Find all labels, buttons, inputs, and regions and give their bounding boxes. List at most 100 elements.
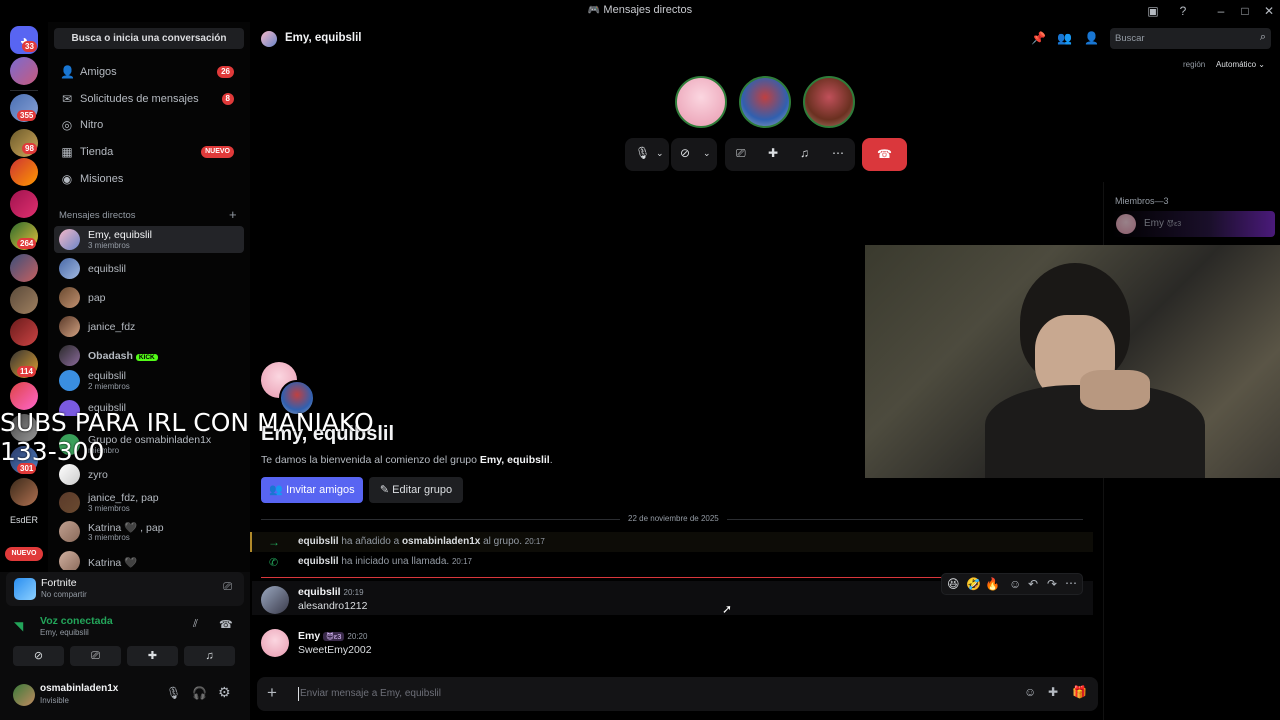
unread-badge: 33 xyxy=(22,41,37,52)
server-icon[interactable] xyxy=(10,254,38,282)
nav-quests[interactable]: ◉ Misiones xyxy=(54,166,244,192)
conversation-search-button[interactable]: Busca o inicia una conversación xyxy=(54,28,244,49)
server-icon[interactable] xyxy=(10,382,38,410)
soundboard-icon: ♫ xyxy=(205,650,214,662)
add-friends-icon[interactable]: 👥 xyxy=(1057,31,1072,45)
more-icon[interactable]: ⋯ xyxy=(832,146,844,160)
user-name[interactable]: osmabinladen1x xyxy=(40,683,118,694)
dm-item[interactable]: janice_fdz xyxy=(54,313,244,340)
dm-item[interactable]: Obadash KICK xyxy=(54,342,244,369)
nav-shop[interactable]: ▦ Tienda NUEVO xyxy=(54,139,244,165)
avatar xyxy=(59,464,80,485)
server-icon[interactable] xyxy=(10,318,38,346)
add-reaction-icon[interactable]: ☺ xyxy=(1009,577,1021,591)
activities-button[interactable]: ✚ xyxy=(127,646,178,666)
microphone-icon[interactable]: 🎙 xyxy=(166,686,181,700)
voice-status[interactable]: Voz conectada xyxy=(40,615,113,627)
dm-item[interactable]: Katrina 🖤 xyxy=(54,548,244,570)
server-icon[interactable] xyxy=(10,190,38,218)
dm-item[interactable]: pap xyxy=(54,284,244,311)
nav-label: Amigos xyxy=(80,66,117,78)
search-box[interactable]: Buscar ⌕ xyxy=(1110,28,1271,49)
call-participant-avatar[interactable] xyxy=(675,76,727,128)
reaction-emoji[interactable]: 🤣 xyxy=(966,577,981,591)
server-text-item[interactable]: EsdER xyxy=(4,515,44,525)
noise-suppression-icon[interactable]: ⫽ xyxy=(193,618,198,631)
pin-icon[interactable]: 📌 xyxy=(1031,31,1046,45)
nav-nitro[interactable]: ◎ Nitro xyxy=(54,112,244,138)
unread-badge: 98 xyxy=(22,143,37,154)
apps-icon[interactable]: ✚ xyxy=(1048,685,1058,699)
maximize-button[interactable]: □ xyxy=(1236,3,1254,19)
disconnect-icon[interactable]: ☎ xyxy=(219,618,233,631)
create-dm-icon[interactable]: + xyxy=(229,207,237,222)
server-icon[interactable] xyxy=(10,158,38,186)
nav-label: Misiones xyxy=(80,173,124,185)
voice-channel[interactable]: Emy, equibslil xyxy=(40,628,89,637)
dm-item[interactable]: equibslil xyxy=(54,255,244,282)
server-icon[interactable] xyxy=(10,286,38,314)
close-button[interactable]: ✕ xyxy=(1260,3,1278,19)
microphone-control[interactable]: 🎙 ⌄ xyxy=(625,138,669,171)
members-list-icon[interactable]: 👤 xyxy=(1084,31,1099,45)
dm-name: Katrina 🖤 xyxy=(88,557,138,569)
gift-icon[interactable]: 🎁 xyxy=(1072,685,1087,699)
nav-friends[interactable]: 👤 Amigos 26 xyxy=(54,59,244,85)
activities-icon[interactable]: ✚ xyxy=(768,146,778,160)
dm-item[interactable]: janice_fdz, pap 3 miembros xyxy=(54,489,244,516)
dm-subtitle: 3 miembros xyxy=(88,533,130,542)
channel-title[interactable]: Emy, equibslil xyxy=(285,32,361,44)
user-avatar[interactable] xyxy=(13,684,35,706)
screen-share-icon[interactable]: ⎚ xyxy=(223,581,232,594)
leave-call-button[interactable]: ☎ xyxy=(862,138,907,171)
dm-name: equibslil xyxy=(88,370,126,382)
more-icon[interactable]: ⋯ xyxy=(1065,576,1077,590)
message-author[interactable]: Emy 😈ε3 20:20 xyxy=(298,630,367,642)
inbox-icon[interactable]: ▣ xyxy=(1144,3,1162,19)
emoji-icon[interactable]: ☺ xyxy=(1024,685,1036,699)
region-select[interactable]: Automático ⌄ xyxy=(1216,60,1265,69)
nav-message-requests[interactable]: ✉ Solicitudes de mensajes 8 xyxy=(54,86,244,112)
camera-control[interactable]: ⊘ ⌄ xyxy=(671,138,717,171)
reply-icon[interactable]: ↶ xyxy=(1028,577,1038,591)
message-input[interactable]: Enviar mensaje a Emy, equibslil xyxy=(300,688,441,699)
search-icon: ⌕ xyxy=(1259,31,1266,43)
share-screen-button[interactable]: ⎚ xyxy=(70,646,121,666)
screen-share-icon: ⎚ xyxy=(91,650,100,662)
dm-section-header: Mensajes directos xyxy=(59,210,136,221)
nav-label: Solicitudes de mensajes xyxy=(80,93,199,105)
window-title: 🎮 Mensajes directos xyxy=(587,4,693,16)
soundboard-button[interactable]: ♫ xyxy=(184,646,235,666)
call-participant-avatar[interactable] xyxy=(803,76,855,128)
chevron-down-icon: ⌄ xyxy=(703,148,711,158)
avatar[interactable] xyxy=(261,586,289,614)
plus-icon[interactable]: + xyxy=(267,683,277,703)
camera-off-button[interactable]: ⊘ xyxy=(13,646,64,666)
dm-item[interactable]: equibslil 2 miembros xyxy=(54,367,244,394)
forward-icon[interactable]: ↷ xyxy=(1047,577,1057,591)
dm-item-active[interactable]: Emy, equibslil 3 miembros xyxy=(54,226,244,253)
members-header: Miembros—3 xyxy=(1115,196,1169,206)
reaction-emoji[interactable]: 😆 xyxy=(947,577,960,591)
invite-friends-button[interactable]: 👥 Invitar amigos xyxy=(261,477,363,503)
dm-name: Obadash KICK xyxy=(88,350,158,362)
avatar xyxy=(59,316,80,337)
minimize-button[interactable]: – xyxy=(1212,3,1230,19)
dm-item[interactable]: Katrina 🖤 , pap 3 miembros xyxy=(54,518,244,545)
headphones-icon[interactable]: 🎧 xyxy=(192,686,207,700)
server-icon[interactable] xyxy=(10,57,38,85)
reaction-emoji[interactable]: 🔥 xyxy=(985,577,1000,591)
help-icon[interactable]: ? xyxy=(1174,3,1192,19)
gear-icon[interactable]: ⚙ xyxy=(218,684,231,701)
message-author[interactable]: equibslil 20:19 xyxy=(298,586,364,598)
screen-share-icon[interactable]: ⎚ xyxy=(736,146,746,161)
hang-up-icon: ☎ xyxy=(877,147,892,161)
member-item[interactable]: Emy 😈ε3 xyxy=(1112,211,1275,237)
soundboard-icon[interactable]: ♫ xyxy=(800,146,809,160)
activity-card[interactable]: Fortnite No compartir ⎚ xyxy=(6,572,244,606)
server-icon[interactable] xyxy=(10,478,38,506)
avatar[interactable] xyxy=(261,629,289,657)
call-participant-avatar[interactable] xyxy=(739,76,791,128)
edit-group-button[interactable]: ✎ Editar grupo xyxy=(369,477,463,503)
new-badge[interactable]: NUEVO xyxy=(5,547,43,561)
